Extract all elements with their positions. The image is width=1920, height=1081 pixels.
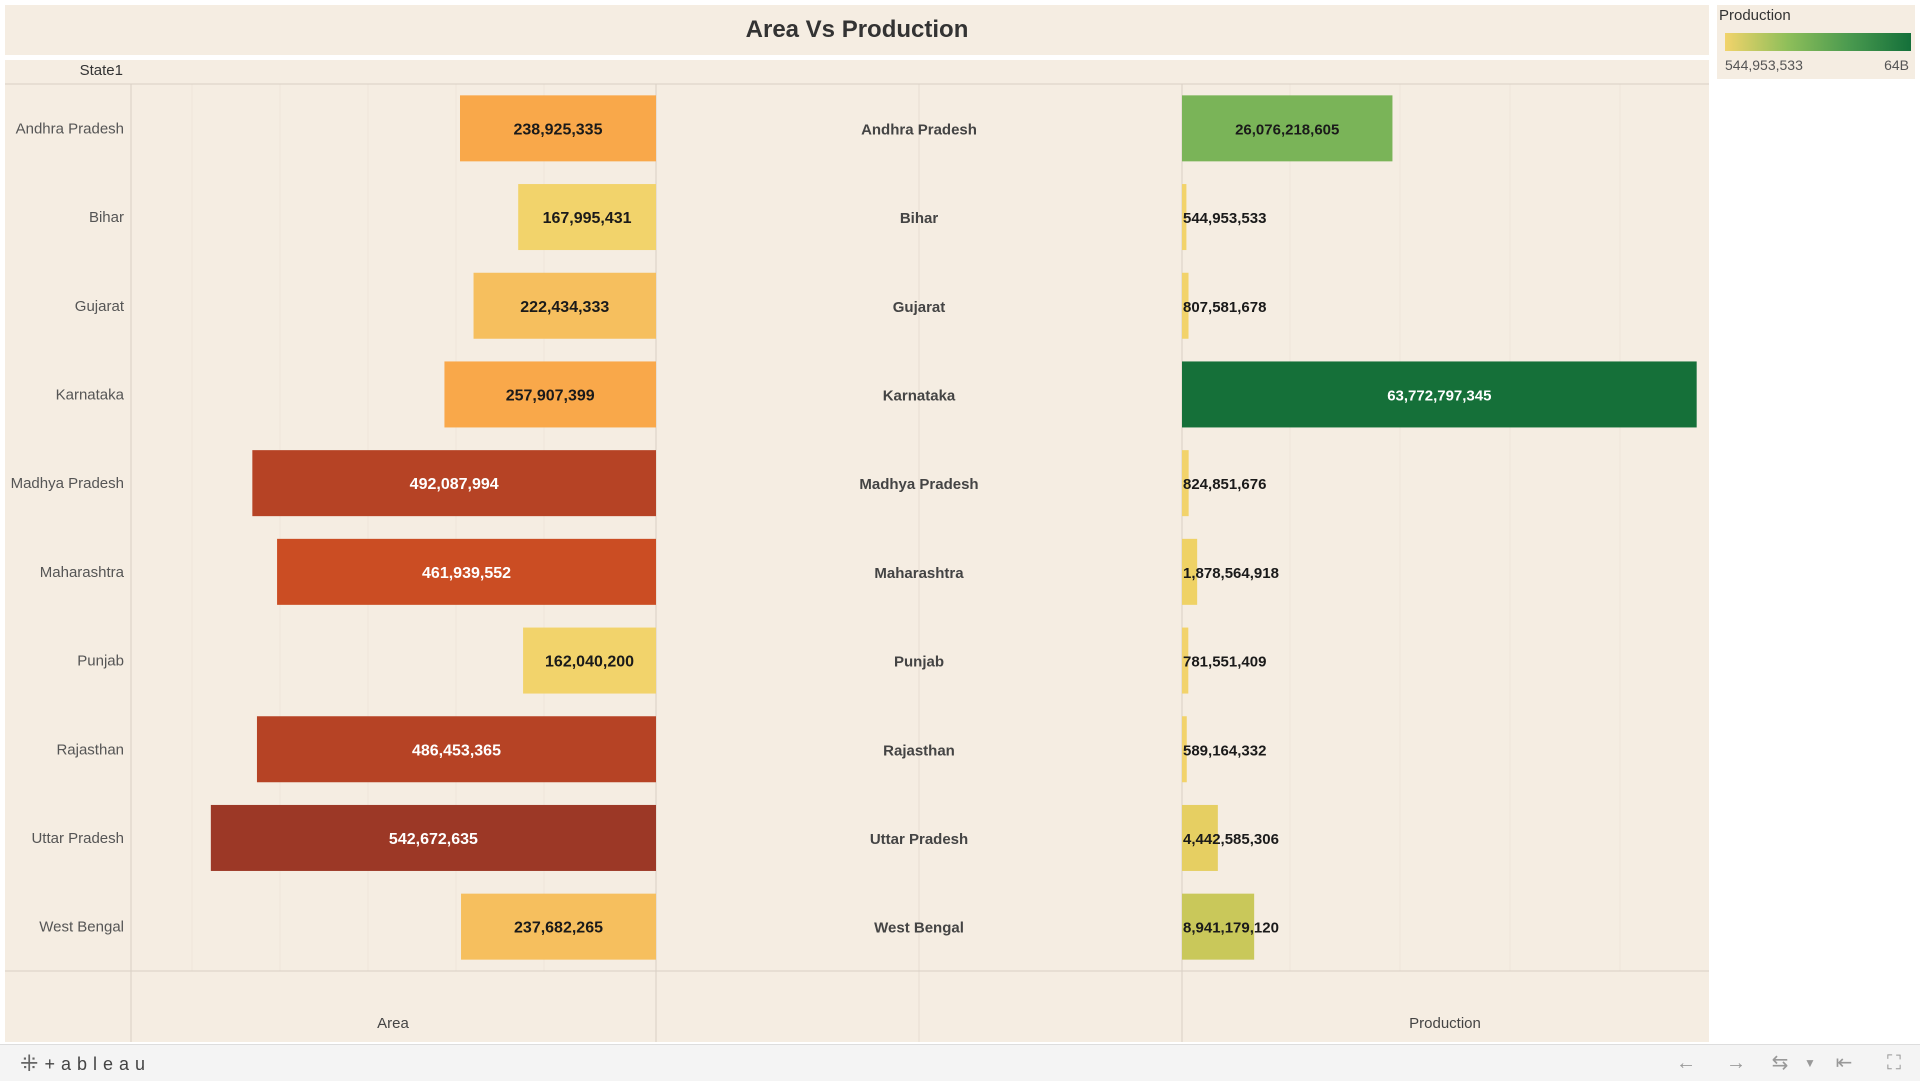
tableau-logo-icon: ⁜ bbox=[20, 1051, 39, 1076]
center-state-label-punjab: Punjab bbox=[894, 654, 944, 671]
production-data-label-uttar-pradesh: 4,442,585,306 bbox=[1183, 831, 1279, 848]
row-label-punjab: Punjab bbox=[77, 653, 124, 670]
chart-svg: Andhra Pradesh 238,925,335 Andhra Pradesh 2… bbox=[5, 83, 1709, 1042]
row-label-madhya-pradesh: Madhya Pradesh bbox=[11, 475, 124, 492]
production-data-label-maharashtra: 1,878,564,918 bbox=[1183, 565, 1279, 582]
production-data-label-punjab: 781,551,409 bbox=[1183, 654, 1266, 671]
area-data-label-uttar-pradesh: 542,672,635 bbox=[389, 831, 478, 848]
area-data-label-gujarat: 222,434,333 bbox=[520, 299, 609, 316]
tableau-toolbar: ⁜ +ableau ← → ⇆ ▼ ⇤ ⛶ bbox=[0, 1044, 1920, 1081]
production-data-label-bihar: 544,953,533 bbox=[1183, 210, 1266, 227]
legend-color-ramp bbox=[1725, 33, 1911, 51]
center-state-label-rajasthan: Rajasthan bbox=[883, 742, 955, 759]
tableau-logo[interactable]: ⁜ +ableau bbox=[20, 1051, 151, 1077]
reset-icon[interactable]: ⇤ bbox=[1830, 1051, 1858, 1075]
legend-max-label: 64B bbox=[1884, 57, 1909, 73]
production-data-label-karnataka: 63,772,797,345 bbox=[1387, 387, 1491, 404]
area-data-label-west-bengal: 237,682,265 bbox=[514, 920, 603, 937]
center-state-label-madhya-pradesh: Madhya Pradesh bbox=[859, 476, 978, 493]
center-state-label-maharashtra: Maharashtra bbox=[874, 565, 964, 582]
redo-icon[interactable]: ⇆ bbox=[1766, 1051, 1794, 1075]
production-data-label-gujarat: 807,581,678 bbox=[1183, 299, 1266, 316]
forward-icon[interactable]: → bbox=[1722, 1051, 1750, 1075]
area-data-label-bihar: 167,995,431 bbox=[543, 210, 632, 227]
center-state-label-uttar-pradesh: Uttar Pradesh bbox=[870, 831, 968, 848]
production-data-label-madhya-pradesh: 824,851,676 bbox=[1183, 476, 1266, 493]
row-label-andhra-pradesh: Andhra Pradesh bbox=[16, 120, 124, 137]
legend-min-label: 544,953,533 bbox=[1725, 57, 1803, 73]
area-data-label-maharashtra: 461,939,552 bbox=[422, 565, 511, 582]
center-state-label-west-bengal: West Bengal bbox=[874, 920, 964, 937]
area-data-label-karnataka: 257,907,399 bbox=[506, 387, 595, 404]
row-label-rajasthan: Rajasthan bbox=[56, 741, 124, 758]
area-axis-title: Area bbox=[377, 1015, 409, 1032]
area-data-label-madhya-pradesh: 492,087,994 bbox=[410, 476, 499, 493]
center-state-label-karnataka: Karnataka bbox=[883, 387, 956, 404]
row-label-west-bengal: West Bengal bbox=[39, 919, 124, 936]
row-label-karnataka: Karnataka bbox=[56, 386, 125, 403]
production-data-label-rajasthan: 589,164,332 bbox=[1183, 742, 1266, 759]
production-data-label-west-bengal: 8,941,179,120 bbox=[1183, 920, 1279, 937]
fullscreen-icon[interactable]: ⛶ bbox=[1880, 1051, 1908, 1075]
row-label-uttar-pradesh: Uttar Pradesh bbox=[31, 830, 124, 847]
dropdown-icon[interactable]: ▼ bbox=[1796, 1051, 1824, 1075]
center-state-label-andhra-pradesh: Andhra Pradesh bbox=[861, 121, 977, 138]
area-data-label-rajasthan: 486,453,365 bbox=[412, 742, 501, 759]
row-label-gujarat: Gujarat bbox=[75, 298, 125, 315]
production-data-label-andhra-pradesh: 26,076,218,605 bbox=[1235, 121, 1339, 138]
area-data-label-punjab: 162,040,200 bbox=[545, 654, 634, 671]
brand-text: +ableau bbox=[44, 1053, 152, 1074]
area-data-label-andhra-pradesh: 238,925,335 bbox=[514, 121, 603, 138]
back-icon[interactable]: ← bbox=[1672, 1051, 1700, 1075]
legend-title: Production bbox=[1719, 7, 1791, 24]
row-label-bihar: Bihar bbox=[89, 209, 124, 226]
production-legend[interactable]: Production 544,953,533 64B bbox=[1717, 5, 1915, 79]
row-label-maharashtra: Maharashtra bbox=[40, 564, 125, 581]
center-state-label-bihar: Bihar bbox=[900, 210, 939, 227]
production-axis-title: Production bbox=[1409, 1015, 1481, 1032]
center-state-label-gujarat: Gujarat bbox=[893, 299, 946, 316]
